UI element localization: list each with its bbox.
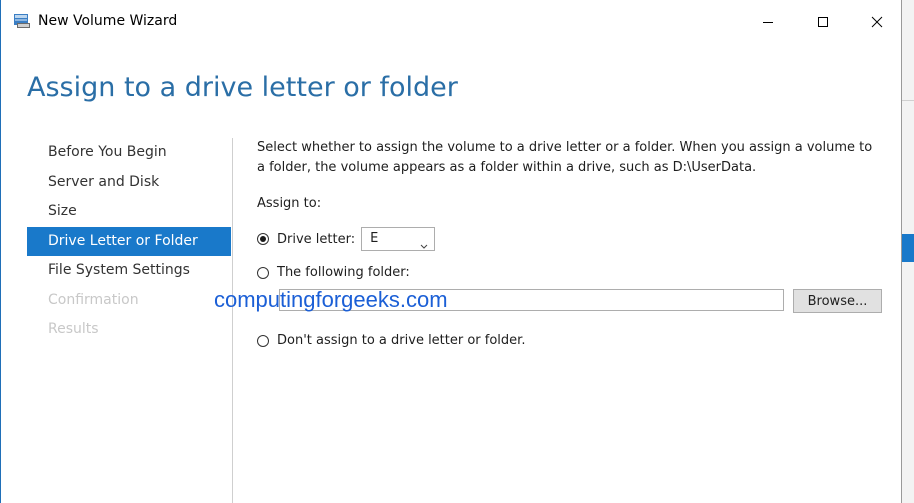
drive-letter-label: Drive letter:	[277, 231, 356, 247]
no-assignment-option[interactable]: Don't assign to a drive letter or folder…	[257, 333, 525, 348]
browse-button[interactable]: Browse...	[793, 289, 882, 313]
nav-item-before-you-begin[interactable]: Before You Begin	[27, 138, 231, 168]
assign-to-label: Assign to:	[257, 196, 322, 211]
nav-item-drive-letter-or-folder[interactable]: Drive Letter or Folder	[27, 226, 231, 256]
drive-letter-value: E	[370, 231, 379, 246]
description-text: Select whether to assign the volume to a…	[257, 140, 873, 175]
title-bar[interactable]: New Volume Wizard	[1, 0, 901, 42]
nav-item-server-and-disk[interactable]: Server and Disk	[27, 168, 231, 198]
minimize-icon	[762, 16, 774, 28]
nav-divider	[232, 138, 233, 503]
maximize-icon	[817, 16, 829, 28]
close-button[interactable]	[854, 8, 900, 36]
window-title: New Volume Wizard	[38, 13, 178, 29]
folder-label: The following folder:	[277, 265, 410, 280]
page-heading: Assign to a drive letter or folder	[27, 72, 458, 103]
nav-item-confirmation: Confirmation	[48, 291, 139, 308]
no-assignment-radio[interactable]	[257, 334, 269, 347]
folder-path-input[interactable]	[279, 289, 784, 311]
drive-letter-radio[interactable]	[257, 233, 269, 245]
folder-radio[interactable]	[257, 266, 269, 279]
nav-item-size[interactable]: Size	[27, 197, 231, 227]
drive-letter-select[interactable]: E	[361, 227, 436, 251]
nav-item-results: Results	[48, 321, 99, 337]
volume-wizard-icon	[13, 12, 31, 30]
minimize-button[interactable]	[745, 8, 791, 36]
drive-letter-option[interactable]: Drive letter: E	[257, 227, 436, 251]
wizard-window: New Volume Wizard Assign to a drive lett…	[0, 0, 902, 503]
maximize-button[interactable]	[800, 8, 846, 36]
chevron-down-icon	[420, 236, 428, 258]
wizard-steps-nav: Before You Begin Server and Disk Size Dr…	[27, 138, 231, 345]
nav-item-file-system-settings[interactable]: File System Settings	[27, 256, 231, 286]
folder-option[interactable]: The following folder:	[257, 265, 410, 280]
background-window-edge	[902, 0, 914, 503]
close-icon	[871, 16, 883, 28]
content-panel: Select whether to assign the volume to a…	[257, 138, 882, 348]
no-assignment-label: Don't assign to a drive letter or folder…	[277, 333, 526, 348]
